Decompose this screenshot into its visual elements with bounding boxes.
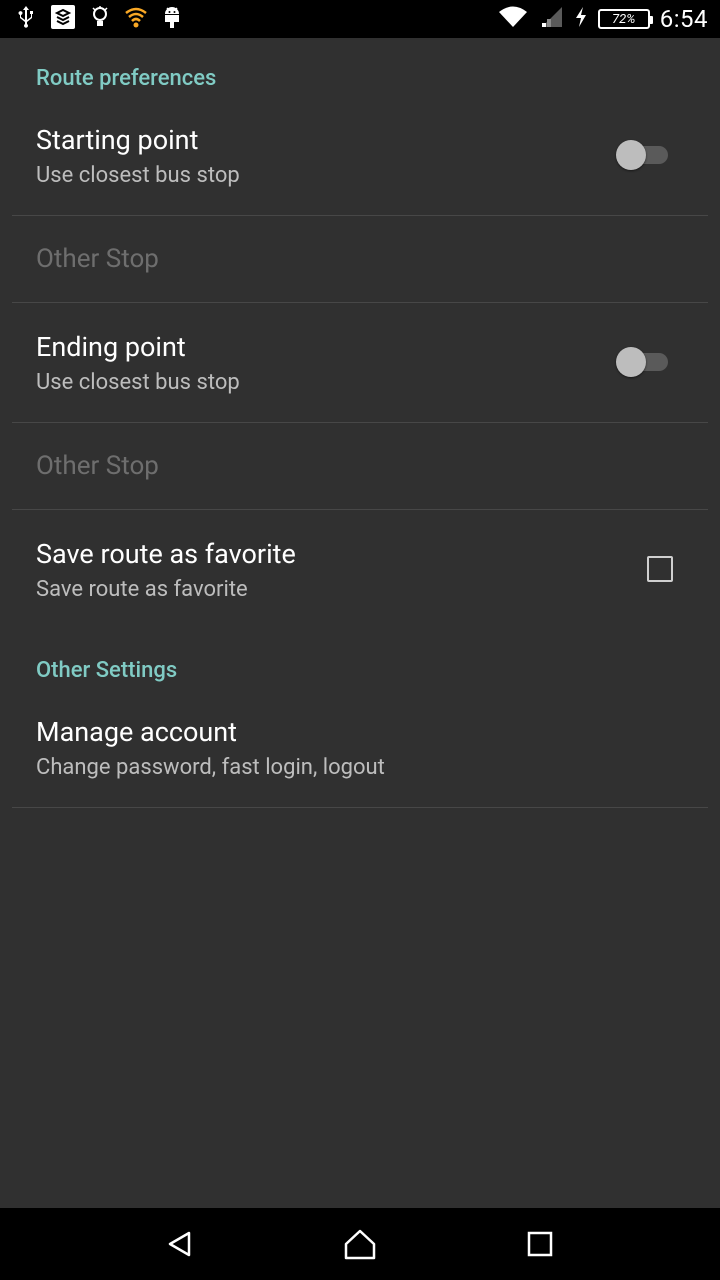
usb-icon [16, 5, 36, 33]
pref-starting-point-summary: Use closest bus stop [36, 163, 240, 188]
charging-icon [574, 6, 588, 32]
back-icon [168, 1231, 191, 1257]
pref-starting-other-stop[interactable]: Other Stop [0, 216, 720, 302]
android-icon [162, 4, 182, 34]
pref-ending-point-summary: Use closest bus stop [36, 370, 240, 395]
lightbulb-icon [90, 5, 110, 33]
home-icon [344, 1229, 376, 1260]
battery-percent: 72% [612, 11, 636, 27]
pref-starting-point-title: Starting point [36, 124, 199, 156]
settings-list: Route preferences Starting point Use clo… [0, 38, 720, 1208]
pref-ending-point-title: Ending point [36, 331, 186, 363]
divider [12, 807, 708, 808]
pref-starting-other-stop-title: Other Stop [36, 244, 159, 274]
switch-thumb [616, 347, 646, 377]
notification-app-icon [50, 4, 76, 34]
recents-icon [527, 1231, 553, 1257]
status-bar-right: 72% 6:54 [498, 4, 708, 34]
pref-save-favorite[interactable]: Save route as favorite Save route as fav… [0, 510, 720, 628]
pref-save-favorite-title: Save route as favorite [36, 538, 296, 570]
pref-manage-account[interactable]: Manage account Change password, fast log… [0, 700, 720, 806]
pref-ending-other-stop[interactable]: Other Stop [0, 423, 720, 509]
navigation-bar [0, 1208, 720, 1280]
recents-button[interactable] [520, 1224, 560, 1264]
section-header-route-preferences: Route preferences [36, 66, 217, 91]
status-time: 6:54 [659, 5, 708, 33]
starting-point-switch[interactable] [616, 140, 672, 170]
pref-manage-account-title: Manage account [36, 716, 238, 748]
back-button[interactable] [160, 1224, 200, 1264]
pref-save-favorite-summary: Save route as favorite [36, 577, 248, 602]
switch-thumb [616, 140, 646, 170]
home-button[interactable] [340, 1224, 380, 1264]
wifi-hotspot-icon [124, 5, 148, 33]
save-favorite-checkbox[interactable] [647, 556, 673, 582]
battery-icon: 72% [597, 9, 653, 29]
ending-point-switch[interactable] [616, 347, 672, 377]
pref-ending-other-stop-title: Other Stop [36, 451, 159, 481]
status-bar-left [16, 4, 182, 34]
section-header-other-settings: Other Settings [36, 658, 178, 683]
signal-icon [538, 5, 564, 33]
wifi-icon [498, 5, 528, 33]
status-bar: 72% 6:54 [0, 0, 720, 38]
pref-manage-account-summary: Change password, fast login, logout [36, 755, 385, 780]
pref-ending-point[interactable]: Ending point Use closest bus stop [0, 303, 720, 422]
pref-starting-point[interactable]: Starting point Use closest bus stop [0, 108, 720, 216]
